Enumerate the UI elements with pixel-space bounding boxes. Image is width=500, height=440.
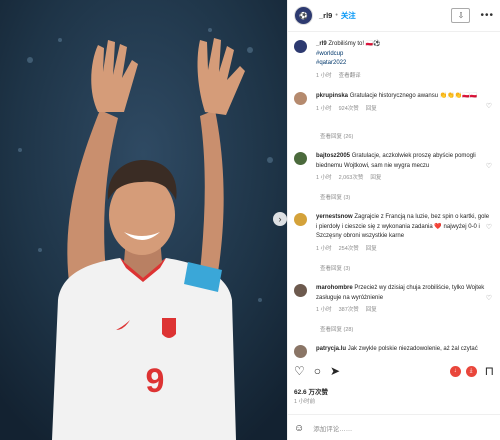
comment-time: 1 小时 — [316, 175, 332, 181]
post-date[interactable]: 1 小时前 — [294, 397, 315, 405]
post-header: ⚽ _rl9 • 关注 ⇩ ••• — [288, 0, 500, 32]
comment-time: 1 小时 — [316, 105, 332, 112]
comment-time: 1 小时 — [316, 245, 332, 252]
author-username[interactable]: _rl9 — [319, 11, 332, 20]
comment-username[interactable]: marohombre — [316, 285, 353, 291]
post-photo: 9 — [0, 0, 287, 440]
comment-likes[interactable]: 924次赞 — [339, 106, 359, 112]
like-heart-icon[interactable]: ♡ — [294, 364, 305, 378]
comments-list: _rl9 Zrobiliśmy to! 🇵🇱⚽ #worldcup #qatar… — [288, 32, 500, 358]
next-image-button[interactable]: › — [273, 212, 287, 226]
comment-username[interactable]: patrycja.lu — [316, 346, 346, 352]
comment-like-heart-icon[interactable]: ♡ — [486, 294, 492, 302]
commenter-avatar[interactable] — [294, 284, 307, 297]
comment-item: patrycja.lu Jak zwykle polskie niezadowo… — [294, 345, 492, 358]
emoji-smile-icon[interactable]: ☺ — [294, 423, 304, 434]
more-options-icon[interactable]: ••• — [480, 10, 494, 21]
post-actions-bar: ♡ ○ ➤ ↓ ⤓ ⊓ — [294, 362, 494, 380]
share-icon[interactable]: ➤ — [330, 364, 340, 378]
download-extension-icon-2[interactable]: ⤓ — [465, 365, 477, 377]
caption-username[interactable]: _rl9 — [316, 41, 327, 47]
comment-item: bajtosz2005 Gratulacje, aczkolwiek prosz… — [294, 152, 492, 197]
comment-icon[interactable]: ○ — [314, 364, 321, 378]
comment-text: Gratulacje historycznego awansu 👏👏👏🇵🇱🇵🇱 — [349, 93, 478, 99]
commenter-avatar[interactable] — [294, 213, 307, 226]
comment-like-heart-icon[interactable]: ♡ — [486, 102, 492, 110]
see-translation-link[interactable]: 查看翻译 — [339, 73, 361, 79]
author-avatar[interactable]: ⚽ — [294, 6, 313, 25]
add-comment-bar: ☺ 添加评论…… — [288, 414, 500, 440]
comment-item: marohombre Przecież wy dzisiaj chuja zro… — [294, 284, 492, 329]
separator-dot: • — [335, 12, 338, 19]
follow-button[interactable]: 关注 — [341, 10, 356, 21]
bookmark-icon[interactable]: ⊓ — [485, 364, 494, 378]
author-avatar-small[interactable] — [294, 40, 307, 53]
add-comment-input[interactable]: 添加评论…… — [313, 423, 352, 433]
comment-likes[interactable]: 2,063次赞 — [339, 175, 364, 181]
comment-username[interactable]: bajtosz2005 — [316, 153, 350, 159]
comment-like-heart-icon[interactable]: ♡ — [486, 223, 492, 231]
reply-button[interactable]: 回复 — [366, 307, 377, 313]
post-viewer: 9 › ⚽ _rl9 • 关注 ⇩ ••• _rl9 Zrobiliśmy to… — [0, 0, 500, 440]
comment-time: 1 小时 — [316, 307, 332, 313]
download-extension-icon[interactable]: ↓ — [449, 365, 461, 377]
download-icon[interactable]: ⇩ — [451, 8, 471, 23]
chevron-right-icon: › — [278, 214, 282, 224]
caption: _rl9 Zrobiliśmy to! 🇵🇱⚽ #worldcup #qatar… — [294, 40, 492, 90]
view-replies-link[interactable]: 查看回复 (28) — [320, 325, 353, 333]
reply-button[interactable]: 回复 — [366, 106, 377, 112]
view-replies-link[interactable]: 查看回复 (3) — [320, 264, 350, 272]
view-replies-link[interactable]: 查看回复 (26) — [320, 132, 353, 140]
view-replies-link[interactable]: 查看回复 (3) — [320, 193, 350, 201]
likes-count[interactable]: 62.6 万次赞 — [294, 386, 328, 396]
hashtag-worldcup[interactable]: #worldcup — [316, 51, 343, 57]
comment-likes[interactable]: 387次赞 — [339, 307, 359, 313]
comment-text: Jak zwykle polskie niezadowolenie, aż ża… — [347, 346, 478, 352]
post-sidebar: ⚽ _rl9 • 关注 ⇩ ••• _rl9 Zrobiliśmy to! 🇵🇱… — [287, 0, 500, 440]
shirt-number: 9 — [146, 362, 165, 400]
reply-button[interactable]: 回复 — [366, 246, 377, 252]
comment-likes[interactable]: 254次赞 — [339, 246, 359, 252]
commenter-avatar[interactable] — [294, 92, 307, 105]
reply-button[interactable]: 回复 — [370, 175, 381, 181]
hashtag-qatar2022[interactable]: #qatar2022 — [316, 60, 346, 66]
comment-username[interactable]: yernestsnow — [316, 214, 353, 220]
comment-item: pkrupinska Gratulacje historycznego awan… — [294, 92, 492, 137]
commenter-avatar[interactable] — [294, 152, 307, 165]
commenter-avatar[interactable] — [294, 345, 307, 358]
comment-item: yernestsnow Zagrajcie z Francją na luzie… — [294, 213, 492, 269]
caption-time: 1 小时 — [316, 72, 332, 79]
post-image-panel: 9 › — [0, 0, 287, 440]
comment-username[interactable]: pkrupinska — [316, 93, 348, 99]
comment-like-heart-icon[interactable]: ♡ — [486, 162, 492, 170]
caption-text: Zrobiliśmy to! 🇵🇱⚽ — [328, 41, 381, 47]
